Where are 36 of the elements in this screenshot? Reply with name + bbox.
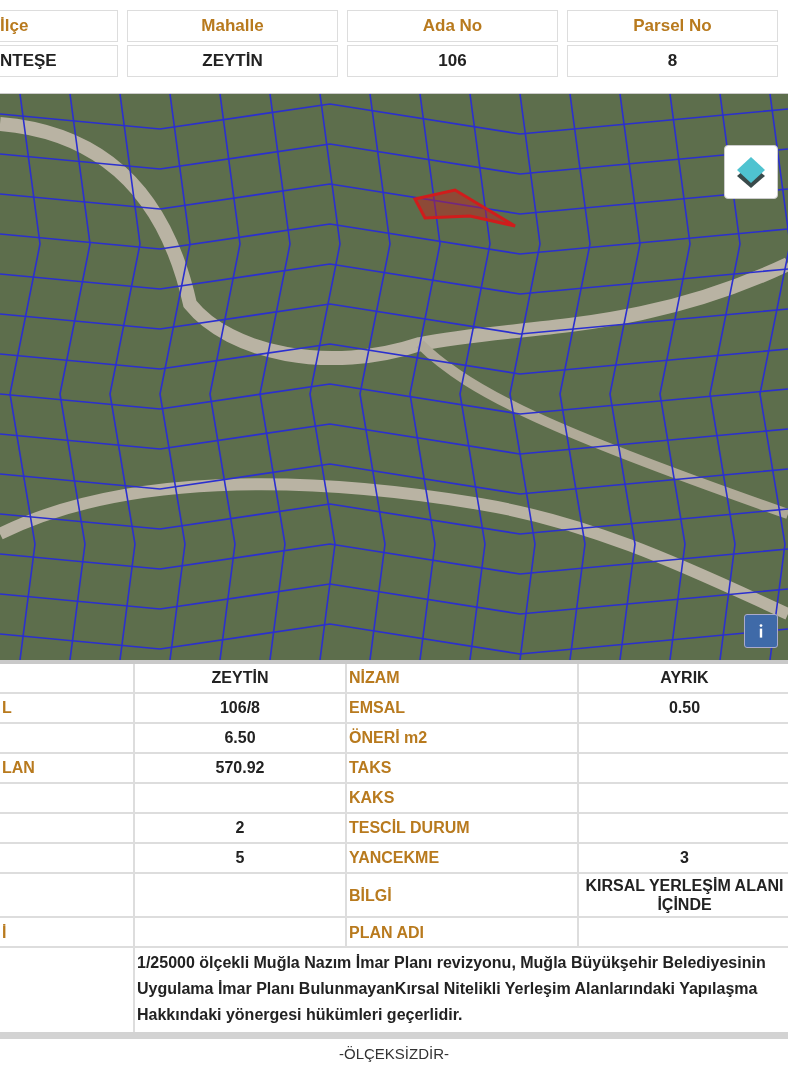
layers-button[interactable] <box>724 145 778 199</box>
header-value: 106 <box>347 45 558 77</box>
attribute-value: 3 <box>579 844 788 872</box>
attribute-label: YANCEKME <box>347 844 577 872</box>
header-value: 8 <box>567 45 778 77</box>
header-label: Ada No <box>347 10 558 42</box>
scale-note: -ÖLÇEKSİZDİR- <box>338 1044 450 1063</box>
attribute-value: KIRSAL YERLEŞİM ALANI İÇİNDE <box>579 874 788 917</box>
header-label: Parsel No <box>567 10 778 42</box>
attribute-value: ZEYTİN <box>135 664 345 692</box>
attribute-label: NİZAM <box>347 664 577 692</box>
layers-icon <box>737 156 765 188</box>
info-icon <box>758 622 764 640</box>
attribute-value: 570.92 <box>135 754 345 782</box>
attribute-label: LAN <box>0 754 133 782</box>
header-label: Mahalle <box>127 10 338 42</box>
info-button[interactable] <box>744 614 778 648</box>
attribute-label: İ <box>0 918 133 947</box>
attribute-label: KAKS <box>347 784 577 812</box>
header-value: ZEYTİN <box>127 45 338 77</box>
attribute-value: AYRIK <box>579 664 788 692</box>
attribute-value: 106/8 <box>135 694 345 722</box>
attribute-value: 5 <box>135 844 345 872</box>
header-value: NTEŞE <box>0 45 118 77</box>
attribute-label: PLAN ADI <box>347 918 577 947</box>
attribute-value: 0.50 <box>579 694 788 722</box>
attribute-label: L <box>0 694 133 722</box>
attribute-value: 6.50 <box>135 724 345 752</box>
plan-note: 1/25000 ölçekli Muğla Nazım İmar Planı revizyonu, Muğla Büyükşehir Belediyesinin Uygulama İmar Planı BulunmayanKırsal Nitelikli Yerleşim Alanlarındaki Yapılaşma Hakkındaki yönergesi hükümleri geçerlidir. <box>135 948 788 1033</box>
header-label: İlçe <box>0 10 118 42</box>
attribute-label: TESCİL DURUM <box>347 814 577 842</box>
attribute-label: BİLGİ <box>347 874 577 917</box>
attribute-value: 2 <box>135 814 345 842</box>
attribute-label: TAKS <box>347 754 577 782</box>
attribute-label: EMSAL <box>347 694 577 722</box>
attribute-label: ÖNERİ m2 <box>347 724 577 752</box>
